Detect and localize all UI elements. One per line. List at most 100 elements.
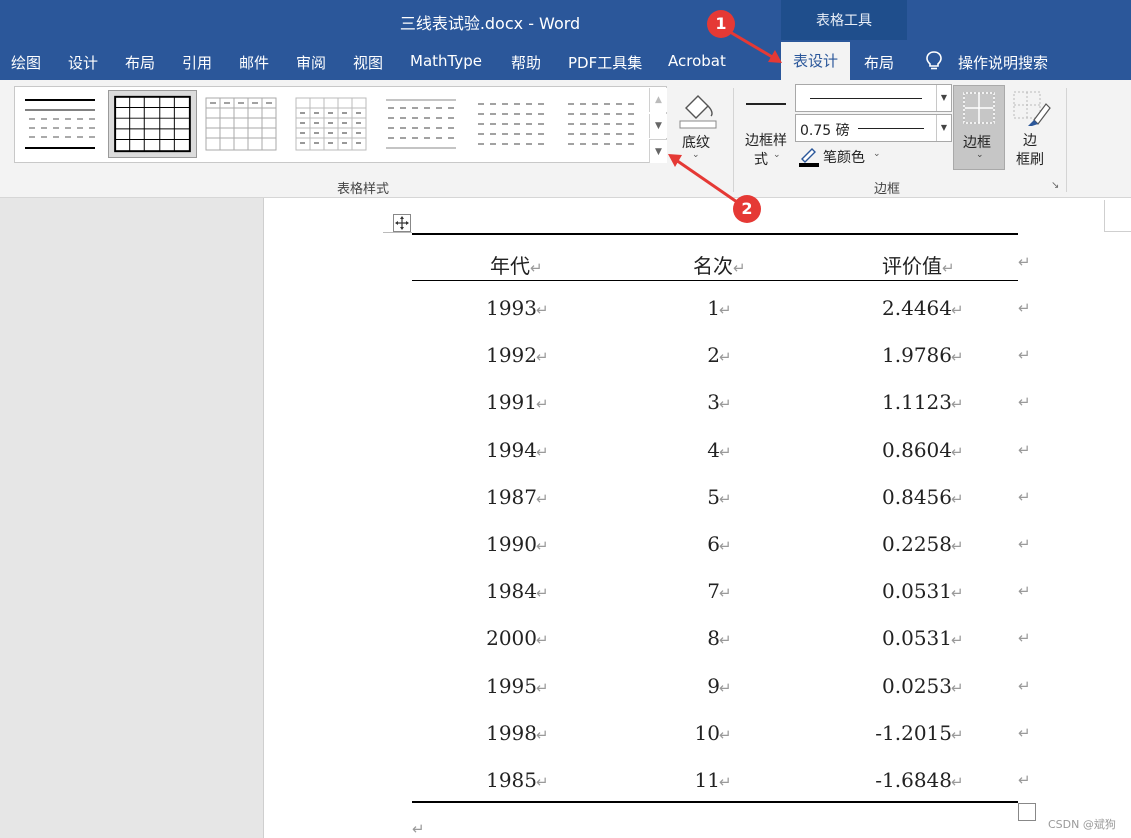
borders-grid-icon[interactable] [962, 91, 996, 125]
tab-draw[interactable]: 绘图 [11, 52, 41, 73]
border-styles-dropdown-arrow[interactable]: ⌄ [773, 150, 781, 160]
cell-end-mark-wrap: ↵ [719, 626, 732, 650]
table-cell[interactable]: 0.0253 [882, 674, 952, 698]
table-style-grid-light[interactable] [292, 92, 370, 156]
gallery-scroll-up-button[interactable]: ▲ [649, 88, 667, 112]
borders-label[interactable]: 边框 [963, 132, 991, 152]
cell-end-mark: ↵ [536, 348, 549, 366]
table-style-plain[interactable] [21, 92, 99, 156]
tab-table-design[interactable]: 表设计 [781, 42, 850, 80]
tell-me-search[interactable]: 操作说明搜索 [958, 52, 1048, 73]
border-styles-label-line2[interactable]: 式 [754, 149, 768, 169]
border-painter-icon[interactable] [1012, 90, 1052, 128]
cell-end-mark-wrap: ↵ [951, 485, 964, 509]
borders-dropdown-arrow[interactable]: ⌄ [976, 150, 984, 160]
border-style-preview-line [746, 103, 786, 105]
table-cell[interactable]: 1992 [486, 343, 537, 367]
table-style-light-grid[interactable] [202, 92, 280, 156]
table-cell[interactable]: 1994 [486, 438, 537, 462]
border-styles-label[interactable]: 边框样 [745, 130, 787, 150]
gallery-scroll-down-button[interactable]: ▼ [649, 114, 667, 138]
row-end-mark: ↵ [1018, 393, 1031, 411]
cell-end-mark-wrap: ↵ [536, 674, 549, 698]
table-cell[interactable]: 0.0531 [882, 579, 952, 603]
lightbulb-icon[interactable] [925, 50, 943, 72]
border-painter-label[interactable]: 边 [1023, 130, 1037, 150]
group-separator [733, 88, 734, 192]
cell-end-mark: ↵ [719, 679, 732, 697]
cell-end-mark: ↵ [719, 348, 732, 366]
tab-mailings[interactable]: 邮件 [239, 52, 269, 73]
table-cell[interactable]: 0.2258 [882, 532, 952, 556]
table-bottom-rule [412, 801, 1018, 803]
table-cell[interactable]: 1985 [486, 768, 537, 792]
pen-weight-dropdown[interactable]: 0.75 磅 ▼ [795, 114, 952, 142]
table-header-cell[interactable]: 评价值↵ [882, 250, 955, 279]
cell-end-mark-wrap: ↵ [951, 296, 964, 320]
table-style-grid-selected[interactable] [108, 90, 197, 158]
line-style-dropdown[interactable]: ▼ [795, 84, 952, 112]
table-resize-handle[interactable] [1018, 803, 1036, 821]
tab-help[interactable]: 帮助 [511, 52, 541, 73]
table-cell[interactable]: 1.9786 [882, 343, 952, 367]
cell-end-mark: ↵ [536, 301, 549, 319]
chevron-down-icon[interactable]: ▼ [936, 85, 951, 111]
table-cell[interactable]: 1.1123 [882, 390, 952, 414]
cell-end-mark: ↵ [536, 443, 549, 461]
cell-end-mark: ↵ [719, 443, 732, 461]
tab-view[interactable]: 视图 [353, 52, 383, 73]
table-cell[interactable]: 1990 [486, 532, 537, 556]
tab-acrobat[interactable]: Acrobat [668, 52, 726, 70]
tab-references[interactable]: 引用 [182, 52, 212, 73]
table-cell[interactable]: 2.4464 [882, 296, 952, 320]
table-header-cell[interactable]: 年代↵ [490, 250, 543, 279]
shading-label[interactable]: 底纹 [682, 132, 710, 152]
tab-mathtype[interactable]: MathType [410, 52, 482, 70]
cell-end-mark-wrap: ↵ [719, 532, 732, 556]
pen-weight-value: 0.75 磅 [800, 123, 850, 139]
table-cell[interactable]: 1987 [486, 485, 537, 509]
table-cell[interactable]: 2000 [486, 626, 537, 650]
tab-layout[interactable]: 布局 [125, 52, 155, 73]
tab-pdf-tools[interactable]: PDF工具集 [568, 52, 642, 73]
table-cell[interactable]: -1.6848 [875, 768, 952, 792]
table-move-handle-icon[interactable] [393, 214, 411, 232]
cell-end-mark: ↵ [951, 584, 964, 602]
table-cell[interactable]: 1984 [486, 579, 537, 603]
table-cell[interactable]: -1.2015 [875, 721, 952, 745]
pen-color-dropdown-arrow[interactable]: ⌄ [873, 149, 881, 159]
table-header-cell[interactable]: 名次↵ [693, 250, 746, 279]
table-style-dashed-2[interactable] [562, 92, 640, 156]
cell-end-mark: ↵ [719, 301, 732, 319]
table-style-dashed-1[interactable] [472, 92, 550, 156]
table-cell[interactable]: 1991 [486, 390, 537, 414]
table-style-lined[interactable] [382, 92, 460, 156]
tab-review[interactable]: 审阅 [296, 52, 326, 73]
cell-end-mark: ↵ [719, 773, 732, 791]
cell-end-mark: ↵ [719, 490, 732, 508]
cell-end-mark-wrap: ↵ [951, 390, 964, 414]
border-painter-label-line2[interactable]: 框刷 [1016, 149, 1044, 169]
cell-end-mark: ↵ [951, 443, 964, 461]
cell-end-mark: ↵ [951, 537, 964, 555]
pen-color-icon[interactable] [798, 145, 820, 167]
paint-bucket-icon[interactable] [676, 90, 720, 130]
table-cell[interactable]: 0.8456 [882, 485, 952, 509]
tab-design[interactable]: 设计 [68, 52, 98, 73]
gallery-more-button[interactable]: ▼ [649, 139, 667, 163]
table-cell[interactable]: 11 [695, 768, 720, 792]
table-cell[interactable]: 10 [695, 721, 720, 745]
table-cell[interactable]: 1993 [486, 296, 537, 320]
cell-end-mark: ↵ [536, 773, 549, 791]
pen-color-label[interactable]: 笔颜色 [823, 147, 865, 167]
table-cell[interactable]: 0.0531 [882, 626, 952, 650]
shading-dropdown-arrow[interactable]: ⌄ [692, 150, 700, 160]
tab-table-layout[interactable]: 布局 [864, 52, 894, 73]
cell-end-mark-wrap: ↵ [719, 485, 732, 509]
dialog-launcher-icon[interactable]: ↘ [1051, 180, 1059, 191]
chevron-down-icon[interactable]: ▼ [936, 115, 951, 141]
row-end-mark: ↵ [1018, 299, 1031, 317]
table-cell[interactable]: 0.8604 [882, 438, 952, 462]
table-cell[interactable]: 1995 [486, 674, 537, 698]
table-cell[interactable]: 1998 [486, 721, 537, 745]
